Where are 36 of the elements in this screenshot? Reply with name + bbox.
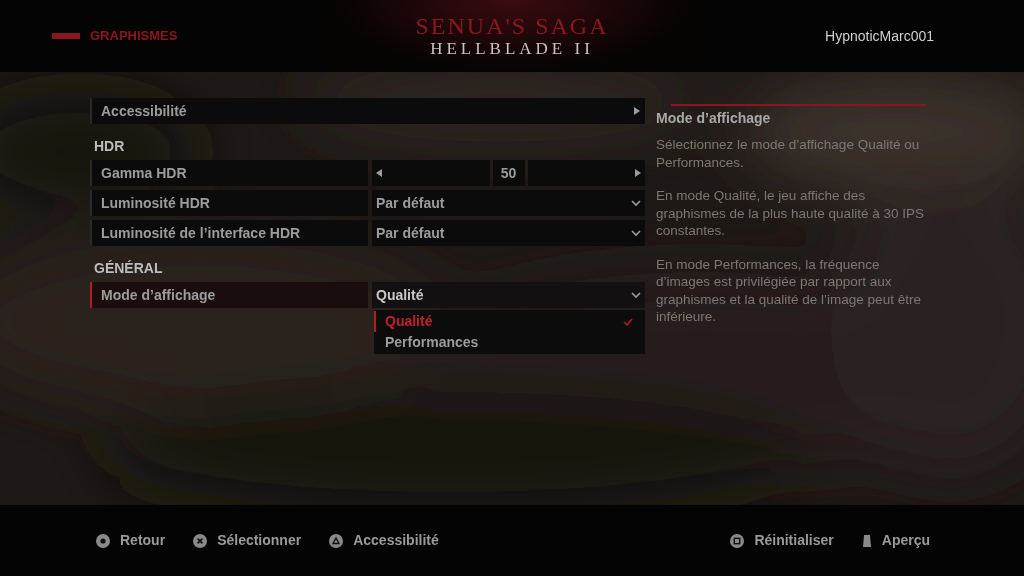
description-text: Sélectionnez le mode d’affichage Qualité ou Performances.: [656, 136, 921, 171]
prompt-button[interactable]: Sélectionner: [193, 530, 302, 551]
touchpad-icon: [861, 533, 872, 548]
description-title: Mode d’affichage: [656, 109, 772, 128]
description-text: En mode Performances, la fréquence d’images est privilégiée par rapport aux graphismes et la qualité de l’image peut être inférieure.: [656, 255, 922, 326]
slider-control[interactable]: 50: [372, 160, 645, 186]
section-title: GRAPHISMES: [90, 27, 178, 46]
prompt-button[interactable]: Réinitialiser: [730, 530, 834, 551]
prompt-button[interactable]: Accessibilité: [329, 530, 439, 551]
slider-value: 50: [492, 160, 525, 186]
dropdown-field[interactable]: Qualité: [372, 282, 645, 308]
setting-label[interactable]: Accessibilité: [90, 98, 629, 124]
section-heading: GÉNÉRAL: [93, 259, 164, 278]
checkmark-icon: [623, 317, 633, 326]
username: HypnoticMarc001: [825, 26, 935, 46]
circle-icon: [96, 533, 110, 548]
section-marker-icon: [52, 33, 80, 39]
prompt-button[interactable]: Aperçu: [861, 530, 930, 551]
setting-label[interactable]: Gamma HDR: [90, 160, 368, 186]
arrow-right-icon: [635, 169, 641, 177]
arrow-left-icon: [376, 169, 382, 177]
chevron-down-icon: [631, 291, 641, 299]
prompt-button[interactable]: Retour: [96, 530, 166, 551]
cross-icon: [193, 533, 208, 548]
dropdown-option[interactable]: Performances: [374, 332, 645, 353]
setting-label[interactable]: Mode d’affichage: [90, 282, 368, 308]
description-text: En mode Qualité, le jeu affiche des graphismes de la plus haute qualité à 30 IPS constantes.: [656, 187, 925, 240]
arrow-right-icon: [634, 107, 640, 115]
setting-label[interactable]: Luminosité de l’interface HDR: [90, 220, 368, 246]
section-heading: HDR: [93, 137, 126, 156]
chevron-down-icon: [631, 229, 641, 237]
dropdown-field[interactable]: Par défaut: [372, 220, 645, 246]
chevron-down-icon: [631, 199, 641, 207]
arrow-right-button[interactable]: [629, 98, 645, 124]
dropdown-field[interactable]: Par défaut: [372, 190, 645, 216]
setting-label[interactable]: Luminosité HDR: [90, 190, 368, 216]
